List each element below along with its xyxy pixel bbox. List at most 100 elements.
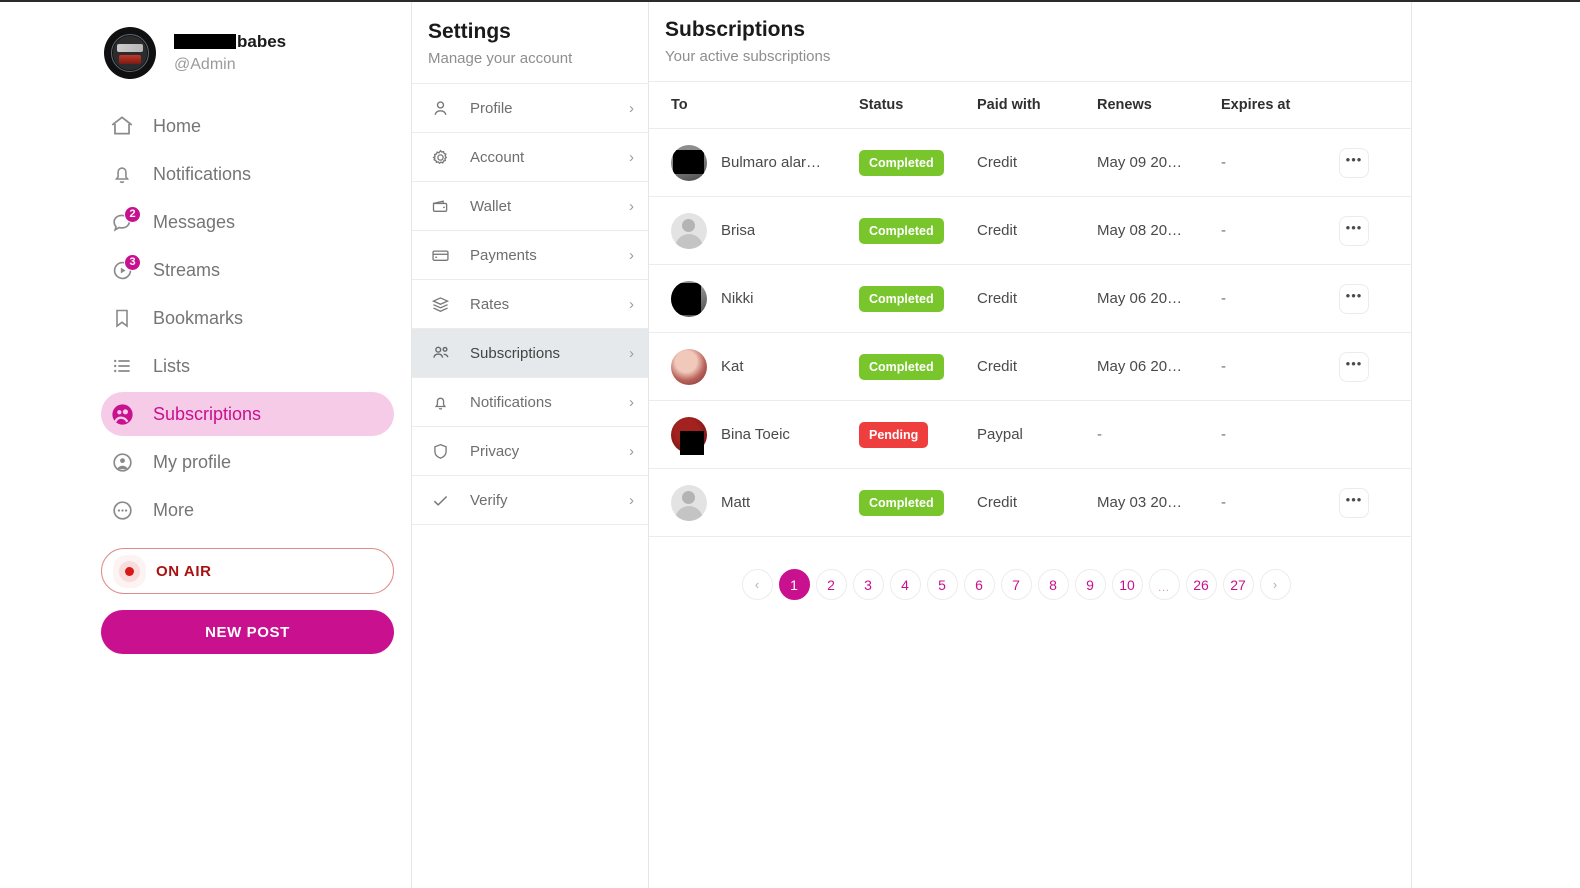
- subscriptions-table: To Status Paid with Renews Expires at Bu…: [649, 82, 1411, 537]
- sidebar-item-label: Subscriptions: [153, 403, 262, 424]
- pagination-page-6[interactable]: 6: [963, 569, 995, 600]
- table-row[interactable]: Brisa Completed Credit May 08 20… - •••: [649, 196, 1411, 265]
- new-post-button[interactable]: NEW POST: [101, 610, 394, 654]
- primary-navigation: Home Notifications 2 Messages 3 Streams …: [0, 104, 411, 532]
- sidebar-item-my-profile[interactable]: My profile: [101, 440, 394, 484]
- recording-dot-icon: [102, 566, 156, 576]
- pagination-prev-button[interactable]: ‹: [741, 569, 773, 600]
- row-actions-button[interactable]: •••: [1339, 215, 1369, 246]
- subscriptions-panel: Subscriptions Your active subscriptions …: [649, 0, 1412, 888]
- column-header-expires: Expires at: [1221, 82, 1339, 129]
- settings-item-account[interactable]: Account ›: [412, 133, 648, 182]
- chat-bubble-icon: 2: [101, 205, 143, 235]
- table-row[interactable]: Matt Completed Credit May 03 20… - •••: [649, 468, 1411, 537]
- sidebar-item-label: My profile: [153, 451, 232, 472]
- table-row[interactable]: Nikki Completed Credit May 06 20… - •••: [649, 264, 1411, 333]
- settings-item-verify[interactable]: Verify ›: [412, 476, 648, 525]
- column-header-renews: Renews: [1097, 82, 1221, 129]
- settings-item-profile[interactable]: Profile ›: [412, 84, 648, 133]
- expires-value: -: [1221, 290, 1226, 307]
- sidebar-item-more[interactable]: More: [101, 488, 394, 532]
- row-actions-button[interactable]: •••: [1339, 147, 1369, 178]
- settings-item-label: Subscriptions: [470, 344, 561, 362]
- sidebar-item-home[interactable]: Home: [101, 104, 394, 148]
- pagination-page-1[interactable]: 1: [778, 569, 810, 600]
- settings-item-subscriptions[interactable]: Subscriptions ›: [412, 329, 648, 378]
- table-body: Bulmaro alar… Completed Credit May 09 20…: [649, 128, 1411, 537]
- avatar: [671, 144, 707, 181]
- sidebar-item-label: Home: [153, 115, 202, 136]
- user-circle-icon: [101, 450, 143, 475]
- paid-with-value: Credit: [977, 290, 1018, 307]
- on-air-label: ON AIR: [156, 562, 212, 580]
- home-icon: [101, 113, 143, 139]
- settings-item-label: Wallet: [470, 197, 512, 215]
- settings-header: Settings Manage your account: [412, 0, 648, 84]
- expires-value: -: [1221, 494, 1226, 511]
- settings-item-payments[interactable]: Payments ›: [412, 231, 648, 280]
- pagination-page-4[interactable]: 4: [889, 569, 921, 600]
- row-actions-button[interactable]: •••: [1339, 283, 1369, 314]
- card-icon: [430, 245, 464, 266]
- renews-value: May 06 20…: [1097, 358, 1183, 375]
- pagination-page-5[interactable]: 5: [926, 569, 958, 600]
- wallet-icon: [430, 196, 464, 217]
- settings-item-label: Verify: [470, 491, 508, 509]
- pagination-page-9[interactable]: 9: [1074, 569, 1106, 600]
- table-row[interactable]: Bina Toeic Pending Paypal - -: [649, 400, 1411, 469]
- pagination-next-button[interactable]: ›: [1259, 569, 1291, 600]
- sidebar-item-lists[interactable]: Lists: [101, 344, 394, 388]
- pagination-page-2[interactable]: 2: [815, 569, 847, 600]
- settings-item-wallet[interactable]: Wallet ›: [412, 182, 648, 231]
- avatar: [671, 348, 707, 385]
- people-icon: [430, 342, 464, 364]
- table-row[interactable]: Bulmaro alar… Completed Credit May 09 20…: [649, 128, 1411, 197]
- status-badge: Completed: [859, 285, 944, 312]
- pagination-page-27[interactable]: 27: [1222, 569, 1254, 600]
- on-air-button[interactable]: ON AIR: [101, 548, 394, 594]
- sidebar-item-notifications[interactable]: Notifications: [101, 152, 394, 196]
- avatar: [671, 212, 707, 249]
- status-badge: Completed: [859, 489, 944, 516]
- pagination-page-7[interactable]: 7: [1000, 569, 1032, 600]
- bookmark-icon: [101, 306, 143, 330]
- table-row[interactable]: Kat Completed Credit May 06 20… - •••: [649, 332, 1411, 401]
- settings-item-rates[interactable]: Rates ›: [412, 280, 648, 329]
- account-summary[interactable]: babes @Admin: [0, 22, 411, 84]
- pagination-page-8[interactable]: 8: [1037, 569, 1069, 600]
- subscription-name: Bina Toeic: [721, 426, 790, 443]
- messages-badge: 2: [124, 205, 141, 223]
- gear-icon: [430, 147, 464, 168]
- subscription-name: Brisa: [721, 222, 756, 239]
- pagination-page-3[interactable]: 3: [852, 569, 884, 600]
- bell-icon: [101, 162, 143, 186]
- settings-item-notifications[interactable]: Notifications ›: [412, 378, 648, 427]
- settings-item-privacy[interactable]: Privacy ›: [412, 427, 648, 476]
- sidebar-item-bookmarks[interactable]: Bookmarks: [101, 296, 394, 340]
- sidebar-item-label: Lists: [153, 355, 191, 376]
- layers-icon: [430, 294, 464, 315]
- person-icon: [430, 98, 464, 119]
- sidebar-item-messages[interactable]: 2 Messages: [101, 200, 394, 244]
- row-actions-button[interactable]: •••: [1339, 351, 1369, 382]
- sidebar-item-streams[interactable]: 3 Streams: [101, 248, 394, 292]
- settings-item-label: Privacy: [470, 442, 520, 460]
- paid-with-value: Credit: [977, 222, 1018, 239]
- subscription-name: Matt: [721, 494, 751, 511]
- paid-with-value: Paypal: [977, 426, 1023, 443]
- settings-item-label: Profile: [470, 99, 513, 117]
- ellipsis-circle-icon: [101, 498, 143, 523]
- settings-item-label: Account: [470, 148, 525, 166]
- status-badge: Pending: [859, 421, 929, 448]
- column-header-paid-with: Paid with: [977, 82, 1097, 129]
- row-actions-button[interactable]: •••: [1339, 487, 1369, 518]
- sidebar-item-subscriptions[interactable]: Subscriptions: [101, 392, 394, 436]
- chevron-right-icon: ›: [629, 295, 634, 313]
- expires-value: -: [1221, 358, 1226, 375]
- window-top-edge: [0, 0, 1580, 2]
- play-circle-icon: 3: [101, 253, 143, 283]
- check-icon: [430, 490, 464, 511]
- pagination-page-26[interactable]: 26: [1185, 569, 1217, 600]
- pagination-page-10[interactable]: 10: [1111, 569, 1143, 600]
- chevron-right-icon: ›: [629, 442, 634, 460]
